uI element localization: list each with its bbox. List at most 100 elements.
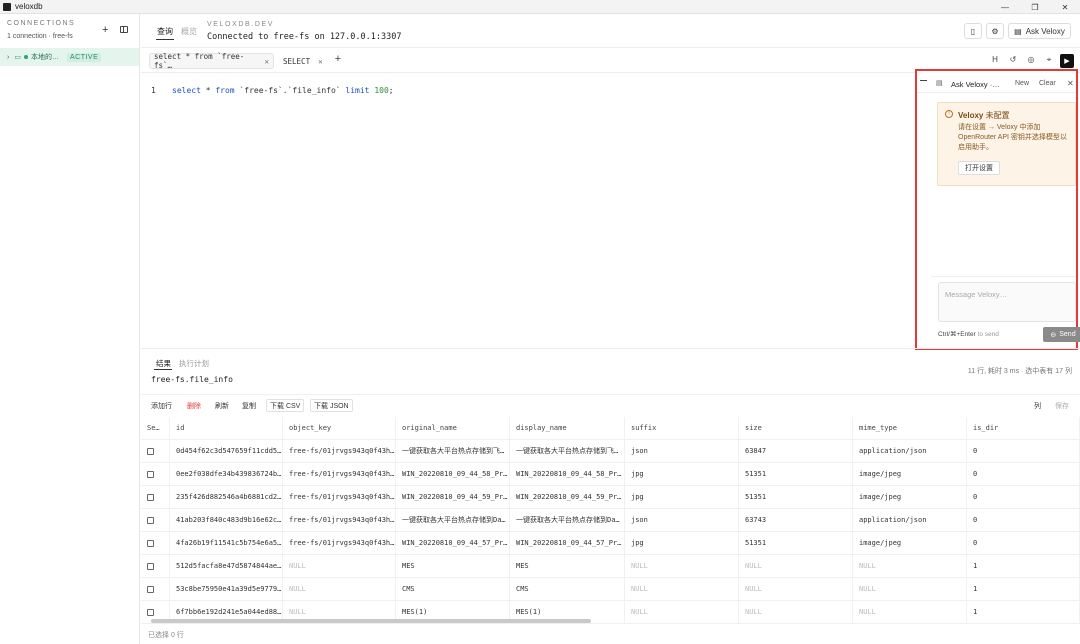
table-cell[interactable]: free-fs/01jrvgs943q0f43h… bbox=[283, 532, 396, 555]
table-row[interactable]: 512d5facfa8e47d5874844ae… NULL MES MES NULL N… bbox=[141, 555, 1080, 578]
run-query-button[interactable]: ▶ bbox=[1060, 54, 1074, 68]
query-tab-active[interactable]: select * from `free-fs`… ✕ bbox=[149, 52, 274, 70]
query-tab[interactable]: SELECT ✕ bbox=[279, 53, 329, 69]
new-tab-icon[interactable]: + bbox=[332, 53, 344, 65]
table-cell[interactable]: jpg bbox=[625, 532, 739, 555]
table-cell[interactable]: json bbox=[625, 440, 739, 463]
row-checkbox[interactable] bbox=[147, 447, 154, 455]
table-cell[interactable]: NULL bbox=[739, 555, 853, 578]
table-cell[interactable]: NULL bbox=[625, 601, 739, 624]
code-line[interactable]: select * from `free-fs`.`file_info` limi… bbox=[172, 86, 394, 95]
table-cell[interactable]: WIN_20220810_09_44_59_Pr… bbox=[510, 486, 625, 509]
table-cell[interactable]: 0 bbox=[967, 532, 1080, 555]
column-header[interactable]: suffix bbox=[625, 417, 739, 440]
tab-overview[interactable]: 概览 bbox=[181, 26, 197, 37]
settings-button[interactable]: ⚙ bbox=[986, 23, 1004, 39]
table-row[interactable]: 0ee2f038dfe34b439836724b… free-fs/01jrvgs… bbox=[141, 463, 1080, 486]
row-checkbox[interactable] bbox=[147, 516, 154, 524]
table-cell[interactable]: 一键获取各大平台热点存储到Da… bbox=[510, 509, 625, 532]
delete-button[interactable]: 删除 bbox=[184, 399, 204, 412]
download-csv-button[interactable]: 下载 CSV bbox=[266, 399, 305, 412]
table-cell[interactable]: NULL bbox=[283, 555, 396, 578]
table-cell[interactable]: image/jpeg bbox=[853, 486, 967, 509]
table-cell[interactable]: 一键获取各大平台热点存储到飞… bbox=[396, 440, 510, 463]
layout-toggle-button[interactable]: ▯ bbox=[964, 23, 982, 39]
maximize-button[interactable]: ❐ bbox=[1020, 0, 1050, 14]
column-header[interactable]: display_name bbox=[510, 417, 625, 440]
table-cell[interactable]: free-fs/01jrvgs943q0f43h… bbox=[283, 486, 396, 509]
collapse-icon[interactable] bbox=[920, 80, 927, 81]
minimize-button[interactable]: — bbox=[990, 0, 1020, 14]
ask-veloxy-button[interactable]: ▤ Ask Veloxy bbox=[1008, 23, 1071, 39]
connection-item[interactable]: › ▭ 本地的… ACTIVE bbox=[0, 48, 139, 66]
column-header[interactable]: object_key bbox=[283, 417, 396, 440]
row-checkbox[interactable] bbox=[147, 608, 154, 616]
toggle-sidebar-icon[interactable] bbox=[120, 26, 128, 33]
table-cell[interactable]: 0ee2f038dfe34b439836724b… bbox=[170, 463, 283, 486]
table-cell[interactable]: WIN_20220810_09_44_58_Pr… bbox=[396, 463, 510, 486]
table-cell[interactable]: 53c8be75950e41a39d5e9779… bbox=[170, 578, 283, 601]
table-cell[interactable]: MES bbox=[510, 555, 625, 578]
database-icon[interactable]: ◎ bbox=[1025, 55, 1037, 64]
table-cell[interactable]: CMS bbox=[396, 578, 510, 601]
pin-icon[interactable]: ⌖ bbox=[1043, 55, 1055, 65]
table-row[interactable]: 235f426d882546a4b6881cd2… free-fs/01jrvgs… bbox=[141, 486, 1080, 509]
table-cell[interactable]: free-fs/01jrvgs943q0f43h… bbox=[283, 509, 396, 532]
table-row[interactable]: 0d454f62c3d547659f11cdd5… free-fs/01jrvgs… bbox=[141, 440, 1080, 463]
table-cell[interactable]: WIN_20220810_09_44_59_Pr… bbox=[396, 486, 510, 509]
history-icon[interactable]: ↺ bbox=[1007, 55, 1019, 64]
table-cell[interactable]: NULL bbox=[853, 555, 967, 578]
table-cell[interactable]: 1 bbox=[967, 578, 1080, 601]
table-cell[interactable]: NULL bbox=[283, 578, 396, 601]
tab-execution-plan[interactable]: 执行计划 bbox=[179, 358, 209, 369]
table-cell[interactable]: NULL bbox=[853, 601, 967, 624]
table-cell[interactable]: 1 bbox=[967, 555, 1080, 578]
table-cell[interactable]: 63847 bbox=[739, 440, 853, 463]
table-row[interactable]: 4fa26b19f11541c5b754e6a5… free-fs/01jrvgs… bbox=[141, 532, 1080, 555]
column-header[interactable]: size bbox=[739, 417, 853, 440]
table-cell[interactable]: 235f426d882546a4b6881cd2… bbox=[170, 486, 283, 509]
download-json-button[interactable]: 下载 JSON bbox=[310, 399, 353, 412]
column-header[interactable]: original_name bbox=[396, 417, 510, 440]
table-cell[interactable]: WIN_20220810_09_44_58_Pr… bbox=[510, 463, 625, 486]
copy-button[interactable]: 复制 bbox=[239, 399, 259, 412]
table-cell[interactable]: 41ab203f840c483d9b16e62c… bbox=[170, 509, 283, 532]
table-cell[interactable]: NULL bbox=[625, 555, 739, 578]
table-cell[interactable]: 512d5facfa8e47d5874844ae… bbox=[170, 555, 283, 578]
row-checkbox[interactable] bbox=[147, 470, 154, 478]
table-cell[interactable]: image/jpeg bbox=[853, 532, 967, 555]
table-cell[interactable]: 0 bbox=[967, 486, 1080, 509]
table-cell[interactable]: free-fs/01jrvgs943q0f43h… bbox=[283, 463, 396, 486]
table-cell[interactable]: json bbox=[625, 509, 739, 532]
row-checkbox[interactable] bbox=[147, 562, 154, 570]
column-header[interactable]: mime_type bbox=[853, 417, 967, 440]
table-cell[interactable]: WIN_20220810_09_44_57_Pr… bbox=[510, 532, 625, 555]
column-header[interactable]: Se… bbox=[141, 417, 170, 440]
table-row[interactable]: 41ab203f840c483d9b16e62c… free-fs/01jrvgs… bbox=[141, 509, 1080, 532]
message-input[interactable]: Message Veloxy… bbox=[938, 282, 1076, 322]
table-cell[interactable]: 0 bbox=[967, 463, 1080, 486]
column-header[interactable]: is_dir bbox=[967, 417, 1080, 440]
clear-chat-button[interactable]: Clear bbox=[1039, 80, 1056, 87]
close-tab-icon[interactable]: ✕ bbox=[264, 57, 269, 66]
table-cell[interactable]: application/json bbox=[853, 440, 967, 463]
table-cell[interactable]: 51351 bbox=[739, 486, 853, 509]
row-checkbox[interactable] bbox=[147, 539, 154, 547]
table-cell[interactable]: application/json bbox=[853, 509, 967, 532]
row-checkbox[interactable] bbox=[147, 493, 154, 501]
close-tab-icon[interactable]: ✕ bbox=[318, 57, 323, 66]
column-header[interactable]: id bbox=[170, 417, 283, 440]
columns-button[interactable]: 列 bbox=[1031, 399, 1044, 412]
table-cell[interactable]: NULL bbox=[625, 578, 739, 601]
table-cell[interactable]: image/jpeg bbox=[853, 463, 967, 486]
table-cell[interactable]: 一键获取各大平台热点存储到Da… bbox=[396, 509, 510, 532]
tab-results[interactable]: 结果 bbox=[156, 358, 171, 369]
table-cell[interactable]: 0 bbox=[967, 509, 1080, 532]
table-cell[interactable]: WIN_20220810_09_44_57_Pr… bbox=[396, 532, 510, 555]
close-window-button[interactable]: ✕ bbox=[1050, 0, 1080, 14]
chevron-right-icon[interactable]: › bbox=[7, 54, 9, 61]
save-button[interactable]: 保存 bbox=[1052, 399, 1072, 412]
sql-editor[interactable]: 1 select * from `free-fs`.`file_info` li… bbox=[141, 74, 916, 346]
refresh-button[interactable]: 刷新 bbox=[212, 399, 232, 412]
new-chat-button[interactable]: New bbox=[1015, 80, 1029, 87]
